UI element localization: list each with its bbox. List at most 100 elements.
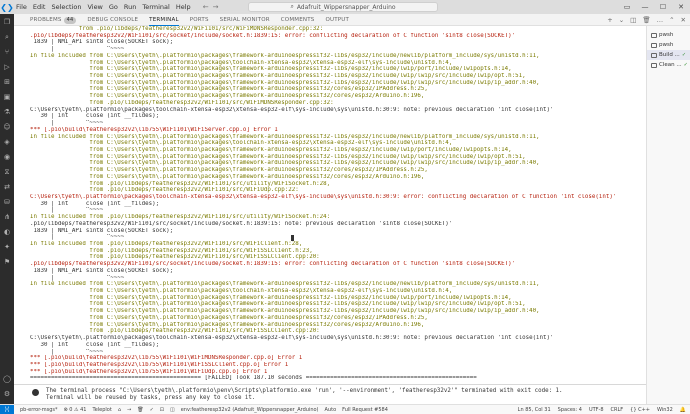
terminal-line: | ^~~~~ xyxy=(30,207,104,214)
terminal-line: from C:\Users\tyeth\.platformio\packages… xyxy=(30,308,540,315)
back-arrow-icon[interactable]: ← xyxy=(203,3,209,11)
status-auto[interactable]: Auto xyxy=(325,407,337,413)
extensions-icon[interactable]: ⊞ xyxy=(4,78,10,86)
gear-icon[interactable]: ⚙ xyxy=(4,390,10,398)
run-debug-icon[interactable]: ▷ xyxy=(4,63,9,71)
status-indentation[interactable]: Spaces: 4 xyxy=(558,407,582,413)
task-end-notice: The terminal process "C:\Users\tyeth\.pl… xyxy=(14,384,646,404)
tab-comments[interactable]: COMMENTS xyxy=(281,14,315,26)
terminal-line: from C:\Users\tyeth\.platformio\packages… xyxy=(30,153,526,160)
trash-icon[interactable]: 🗑 xyxy=(642,16,650,24)
pio-terminal-icon[interactable]: ◫ xyxy=(170,407,175,413)
layout-icon[interactable]: ▭ xyxy=(618,0,636,14)
bookmark-icon[interactable]: ⚑ xyxy=(4,258,10,266)
terminal-line: | ^~~~~ xyxy=(30,348,104,355)
terminal-item-build[interactable]: Build ... ✓ xyxy=(647,50,690,60)
more-actions-icon[interactable]: … xyxy=(657,16,664,24)
terminal-output[interactable]: from .pio/libdeps/featheresp32v2/WiFi101… xyxy=(14,26,646,404)
chevron-down-icon[interactable]: ⌄ xyxy=(619,16,624,24)
explorer-icon[interactable]: ❐ xyxy=(4,18,10,26)
terminal-line: C:\Users\tyeth\.platformio\packages\tool… xyxy=(30,193,617,200)
search-icon: ⌕ xyxy=(290,3,294,10)
split-terminal-icon[interactable]: ◫ xyxy=(630,16,636,24)
menu-terminal[interactable]: Terminal xyxy=(142,3,169,11)
terminal-line: from .pio/libdeps/featheresp32v2/WiFi101… xyxy=(30,26,324,32)
status-teleplot[interactable]: Teleplot xyxy=(92,407,111,413)
tab-ports[interactable]: PORTS xyxy=(190,14,209,26)
status-eol[interactable]: CRLF xyxy=(611,407,624,413)
database-icon[interactable]: ⛁ xyxy=(4,198,10,206)
bell-icon[interactable]: 🔔 xyxy=(680,407,686,413)
github-icon[interactable]: ◉ xyxy=(4,153,10,161)
status-branch[interactable]: pb-error-msgs* xyxy=(20,407,58,413)
panel-tab-bar: PROBLEMS 44 DEBUG CONSOLE TERMINAL PORTS … xyxy=(14,14,690,26)
status-encoding[interactable]: UTF-8 xyxy=(589,407,604,413)
remote-indicator-icon[interactable]: ⟩⟨ xyxy=(0,404,14,414)
menu-view[interactable]: View xyxy=(87,3,102,11)
status-environment[interactable]: env:featheresp32v2 (Adafruit_Wippersnapp… xyxy=(181,407,319,413)
testing-icon[interactable]: ⚗ xyxy=(4,108,10,116)
maximize-icon[interactable]: ☐ xyxy=(654,0,672,14)
forward-arrow-icon[interactable]: → xyxy=(213,3,219,11)
menu-edit[interactable]: Edit xyxy=(33,3,46,11)
terminal-line: In file included from C:\Users\tyeth\.pl… xyxy=(30,133,540,140)
pio-clean-icon[interactable]: 🗑 xyxy=(137,407,143,413)
terminal-line: | ^~~~~ xyxy=(30,46,125,53)
tab-debug-console[interactable]: DEBUG CONSOLE xyxy=(87,14,138,26)
status-pull-request[interactable]: Full Request #584 xyxy=(342,407,388,413)
terminal-line: from C:\Users\tyeth\.platformio\packages… xyxy=(30,73,526,80)
menu-selection[interactable]: Selection xyxy=(51,3,81,11)
task-ended-icon xyxy=(32,389,39,396)
minimize-icon[interactable]: — xyxy=(636,0,654,14)
source-control-icon[interactable]: ⑂ xyxy=(5,48,9,56)
liveshare-icon[interactable]: ⇄ xyxy=(4,183,10,191)
pio-serial-icon[interactable]: ⊡ xyxy=(160,407,164,413)
terminal-line: from C:\Users\tyeth\.platformio\packages… xyxy=(30,66,512,73)
menu-file[interactable]: File xyxy=(16,3,27,11)
menu-bar: File Edit Selection View Go Run Terminal… xyxy=(16,3,191,11)
close-icon[interactable]: ✕ xyxy=(672,0,690,14)
account-icon[interactable]: ◯ xyxy=(3,375,11,383)
status-platform[interactable]: Win32 xyxy=(657,407,673,413)
terminal-line: In file included from C:\Users\tyeth\.pl… xyxy=(30,52,540,59)
platformio-icon[interactable]: ☺ xyxy=(3,123,10,131)
terminal-line: from C:\Users\tyeth\.platformio\packages… xyxy=(30,321,425,328)
terminal-line: from .pio/libdeps/featheresp32v2/WiFi101… xyxy=(30,328,320,335)
pio-upload-icon[interactable]: → xyxy=(127,407,131,413)
tools-icon xyxy=(651,62,657,68)
copilot-icon[interactable]: ✦ xyxy=(4,243,10,251)
tab-terminal[interactable]: TERMINAL xyxy=(149,14,179,26)
status-language[interactable]: {} C++ xyxy=(630,407,650,413)
timeline-icon[interactable]: ⧖ xyxy=(5,168,10,176)
terminal-line: | ^~~~~ xyxy=(30,120,104,127)
status-problems[interactable]: ⊗ 0 ⚠ 41 xyxy=(64,407,87,413)
terminal-line: from C:\Users\tyeth\.platformio\packages… xyxy=(30,314,428,321)
close-panel-icon[interactable]: ✕ xyxy=(681,16,686,24)
terminal-line: *** [.pio\build\featheresp32v2\lib755\Wi… xyxy=(30,361,289,368)
gitlens-icon[interactable]: ◐ xyxy=(4,228,10,236)
pio-home-icon[interactable]: ⌂ xyxy=(118,407,121,413)
command-center-search[interactable]: ⌕ Adafruit_Wippersnapper_Arduino xyxy=(248,2,438,12)
terminal-line: from C:\Users\tyeth\.platformio\packages… xyxy=(30,294,512,301)
status-bar: ⟩⟨ pb-error-msgs* ⊗ 0 ⚠ 41 Teleplot ⌂ → … xyxy=(0,404,690,414)
remote-explorer-icon[interactable]: ▣ xyxy=(4,93,11,101)
menu-run[interactable]: Run xyxy=(124,3,136,11)
maximize-panel-icon[interactable]: ⌃ xyxy=(669,16,674,24)
search-icon[interactable]: ⌕ xyxy=(5,33,9,41)
docker-icon[interactable]: ◈ xyxy=(4,138,9,146)
tab-output[interactable]: OUTPUT xyxy=(325,14,349,26)
terminal-item-pwsh-2[interactable]: pwsh xyxy=(647,40,690,50)
terminal-item-pwsh-1[interactable]: pwsh xyxy=(647,30,690,40)
pio-build-icon[interactable]: ✓ xyxy=(150,407,154,413)
tree-icon[interactable]: ⋔ xyxy=(4,213,10,221)
status-cursor-position[interactable]: Ln 85, Col 31 xyxy=(518,407,551,413)
menu-go[interactable]: Go xyxy=(109,3,118,11)
task-end-line-2: Terminal will be reused by tasks, press … xyxy=(46,395,256,401)
terminal-item-clean[interactable]: Clean ... ✓ xyxy=(647,60,690,70)
new-terminal-icon[interactable]: + xyxy=(607,16,612,24)
tab-serial-monitor[interactable]: SERIAL MONITOR xyxy=(220,14,270,26)
menu-help[interactable]: Help xyxy=(176,3,191,11)
terminal-line: from C:\Users\tyeth\.platformio\packages… xyxy=(30,86,428,93)
tab-problems[interactable]: PROBLEMS 44 xyxy=(30,14,77,26)
terminal-line: C:\Users\tyeth\.platformio\packages\tool… xyxy=(30,335,554,342)
